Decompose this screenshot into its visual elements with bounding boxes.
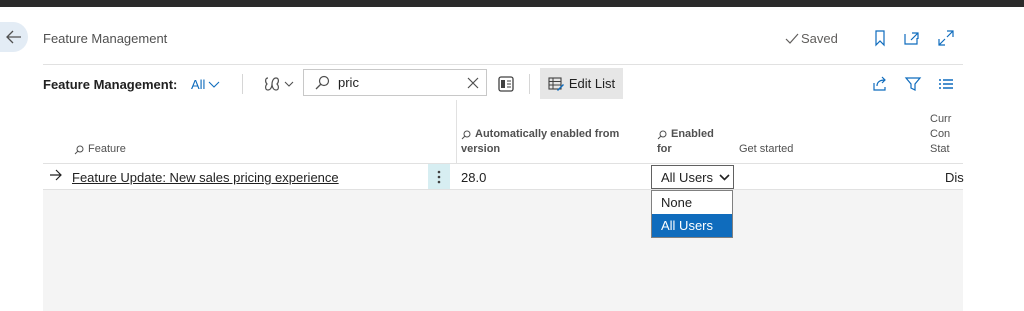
enabled-for-value: All Users: [661, 169, 714, 185]
column-label: Enabled: [671, 128, 714, 140]
separator: [242, 74, 243, 94]
edit-list-icon: [548, 76, 564, 91]
column-label: for: [657, 143, 672, 155]
column-header-enabled-for[interactable]: Enabled for: [657, 127, 714, 157]
saved-status: Saved: [785, 31, 838, 46]
column-header-get-started[interactable]: Get started: [739, 142, 793, 157]
search-icon: [461, 130, 471, 139]
edit-list-button[interactable]: Edit List: [540, 68, 623, 99]
chevron-down-icon: [284, 81, 294, 87]
copilot-icon: [265, 77, 279, 91]
enabled-for-select[interactable]: All Users: [651, 165, 734, 189]
chevron-down-icon: [719, 173, 730, 181]
column-header-auto-enabled[interactable]: Automatically enabled from version: [461, 127, 619, 157]
dropdown-option-none[interactable]: None: [652, 191, 732, 214]
column-header-status[interactable]: Curr Con Stat: [930, 112, 963, 157]
search-input[interactable]: [338, 74, 458, 91]
column-label: Stat: [930, 143, 950, 155]
view-selector[interactable]: All: [191, 77, 220, 92]
search-icon: [657, 130, 667, 139]
arrow-left-icon: [6, 30, 21, 44]
row-menu-button[interactable]: [428, 164, 450, 189]
checkmark-icon: [785, 33, 799, 44]
more-vertical-icon: [437, 170, 441, 183]
view-label: All: [191, 77, 206, 92]
tablet-view-icon[interactable]: [496, 74, 516, 94]
dropdown-option-all-users[interactable]: All Users: [652, 214, 732, 237]
top-bar: [0, 0, 1024, 7]
column-label: Curr: [930, 113, 952, 125]
search-icon: [315, 75, 330, 90]
status-cell: Dis: [945, 170, 964, 185]
grid-header: Feature Automatically enabled from versi…: [43, 100, 963, 190]
column-label: Feature: [88, 143, 126, 155]
list-view-icon[interactable]: [937, 75, 955, 93]
saved-label: Saved: [801, 31, 838, 46]
chevron-down-icon: [209, 81, 220, 88]
column-label: version: [461, 143, 501, 155]
page-title: Feature Management: [43, 31, 168, 46]
back-button[interactable]: [0, 22, 28, 52]
expand-icon[interactable]: [937, 29, 955, 47]
version-cell: 28.0: [461, 170, 487, 185]
grid-area: Feature Automatically enabled from versi…: [43, 100, 964, 311]
feature-link[interactable]: Feature Update: New sales pricing experi…: [72, 170, 339, 185]
filter-icon[interactable]: [904, 75, 922, 93]
copilot-filter-button[interactable]: [263, 74, 294, 94]
row-indicator-icon: [49, 169, 63, 184]
action-bar: Feature Management: All pric Edit List: [43, 68, 963, 99]
clear-search-icon[interactable]: [467, 77, 479, 89]
enabled-for-dropdown: None All Users: [651, 190, 733, 238]
search-box: [303, 69, 487, 96]
share-icon[interactable]: [871, 75, 889, 93]
header-divider: [43, 64, 963, 65]
edit-list-label: Edit List: [568, 76, 616, 91]
column-label: Automatically enabled from: [475, 128, 620, 140]
search-icon: [74, 145, 84, 154]
separator: [529, 74, 530, 94]
table-row[interactable]: Feature Update: New sales pricing experi…: [43, 163, 964, 190]
column-header-feature[interactable]: Feature: [74, 142, 126, 157]
open-new-window-icon[interactable]: [903, 29, 921, 47]
column-label: Con: [930, 128, 951, 140]
bookmark-icon[interactable]: [871, 29, 889, 47]
list-title: Feature Management:: [43, 77, 178, 92]
